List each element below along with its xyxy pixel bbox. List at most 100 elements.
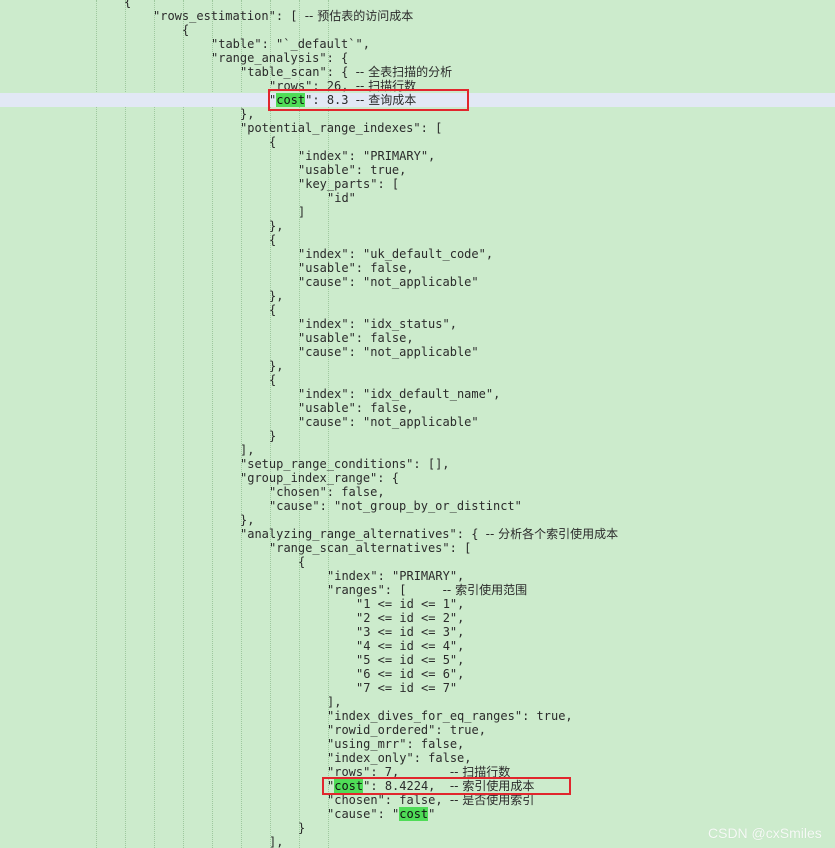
code-text: { xyxy=(269,303,277,317)
code-text: "cause": "cost" xyxy=(327,807,435,821)
code-line[interactable]: "index": "PRIMARY", xyxy=(0,569,835,583)
code-line[interactable]: { xyxy=(0,233,835,247)
code-text: "cause": "not_applicable" xyxy=(298,275,479,289)
code-text: "cause": "not_applicable" xyxy=(298,345,479,359)
code-line[interactable]: "table": "`_default`", xyxy=(0,37,835,51)
code-text: "usable": true, xyxy=(298,163,407,177)
code-line[interactable]: ], xyxy=(0,443,835,457)
code-line[interactable]: "chosen": false, xyxy=(0,485,835,499)
code-line[interactable]: "index": "idx_default_name", xyxy=(0,387,835,401)
code-text: }, xyxy=(240,107,255,121)
code-line[interactable]: "id" xyxy=(0,191,835,205)
code-comment: -- 全表扫描的分析 xyxy=(355,65,453,79)
code-editor[interactable]: { "rows_estimation": [ -- 预估表的访问成本 { "ta… xyxy=(0,0,835,848)
code-token: "chosen": false, xyxy=(327,793,450,807)
code-line[interactable]: }, xyxy=(0,219,835,233)
code-line[interactable]: }, xyxy=(0,359,835,373)
code-text: "setup_range_conditions": [], xyxy=(240,457,450,471)
code-line[interactable]: { xyxy=(0,135,835,149)
code-text: "index_only": false, xyxy=(327,751,472,765)
code-text: } xyxy=(298,821,306,835)
code-line[interactable]: }, xyxy=(0,513,835,527)
code-line[interactable]: "index": "uk_default_code", xyxy=(0,247,835,261)
code-line[interactable]: "index_dives_for_eq_ranges": true, xyxy=(0,709,835,723)
code-text: "table": "`_default`", xyxy=(211,37,370,51)
code-line[interactable]: "1 <= id <= 1", xyxy=(0,597,835,611)
search-highlight: cost xyxy=(399,807,429,821)
code-line[interactable]: "cause": "not_applicable" xyxy=(0,415,835,429)
code-line[interactable]: "7 <= id <= 7" xyxy=(0,681,835,695)
code-line[interactable]: "6 <= id <= 6", xyxy=(0,667,835,681)
code-line[interactable]: "cause": "not_applicable" xyxy=(0,275,835,289)
code-text: { xyxy=(298,555,306,569)
code-text: { xyxy=(269,233,277,247)
code-text: }, xyxy=(269,359,284,373)
code-line[interactable]: "potential_range_indexes": [ xyxy=(0,121,835,135)
code-text: ], xyxy=(240,443,255,457)
code-line[interactable]: "range_scan_alternatives": [ xyxy=(0,541,835,555)
code-line[interactable]: ] xyxy=(0,205,835,219)
code-line[interactable]: "rowid_ordered": true, xyxy=(0,723,835,737)
code-text: "rowid_ordered": true, xyxy=(327,723,486,737)
code-token: "table_scan": { xyxy=(240,65,356,79)
code-line[interactable]: { xyxy=(0,303,835,317)
code-line[interactable]: "key_parts": [ xyxy=(0,177,835,191)
code-line[interactable]: "3 <= id <= 3", xyxy=(0,625,835,639)
code-text: { xyxy=(124,0,132,9)
code-line[interactable]: { xyxy=(0,373,835,387)
code-text: }, xyxy=(269,289,284,303)
code-token: "cause": " xyxy=(327,807,400,821)
code-line[interactable]: "usable": true, xyxy=(0,163,835,177)
code-line[interactable]: { xyxy=(0,555,835,569)
code-line[interactable]: "chosen": false, -- 是否使用索引 xyxy=(0,793,835,807)
code-text: "index": "idx_status", xyxy=(298,317,457,331)
code-line[interactable]: "table_scan": { -- 全表扫描的分析 xyxy=(0,65,835,79)
annotation-box-table-scan-cost xyxy=(268,89,469,111)
code-text: "index": "PRIMARY", xyxy=(298,149,436,163)
code-text: "analyzing_range_alternatives": { -- 分析各… xyxy=(240,527,618,541)
code-text: "cause": "not_applicable" xyxy=(298,415,479,429)
code-comment: -- 索引使用范围 xyxy=(442,583,528,597)
code-line[interactable]: } xyxy=(0,429,835,443)
code-line[interactable]: }, xyxy=(0,289,835,303)
code-text: "ranges": [ -- 索引使用范围 xyxy=(327,583,527,597)
code-line[interactable]: "using_mrr": false, xyxy=(0,737,835,751)
code-line[interactable]: ], xyxy=(0,695,835,709)
code-line[interactable]: "range_analysis": { xyxy=(0,51,835,65)
code-line[interactable]: "4 <= id <= 4", xyxy=(0,639,835,653)
code-line[interactable]: "index": "idx_status", xyxy=(0,317,835,331)
code-text: "index_dives_for_eq_ranges": true, xyxy=(327,709,573,723)
code-text: "chosen": false, -- 是否使用索引 xyxy=(327,793,534,807)
code-line[interactable]: "usable": false, xyxy=(0,401,835,415)
code-line[interactable]: "cause": "cost" xyxy=(0,807,835,821)
code-text: "usable": false, xyxy=(298,261,414,275)
code-line[interactable]: "setup_range_conditions": [], xyxy=(0,457,835,471)
code-line[interactable]: "analyzing_range_alternatives": { -- 分析各… xyxy=(0,527,835,541)
code-line[interactable]: "rows_estimation": [ -- 预估表的访问成本 xyxy=(0,9,835,23)
code-text: }, xyxy=(269,219,284,233)
code-text: "chosen": false, xyxy=(269,485,385,499)
code-text: "6 <= id <= 6", xyxy=(356,667,465,681)
code-line[interactable]: "5 <= id <= 5", xyxy=(0,653,835,667)
code-text: "cause": "not_group_by_or_distinct" xyxy=(269,499,522,513)
code-line[interactable]: { xyxy=(0,0,835,9)
code-line[interactable]: "usable": false, xyxy=(0,261,835,275)
code-line[interactable]: { xyxy=(0,23,835,37)
code-line[interactable]: "usable": false, xyxy=(0,331,835,345)
code-text: }, xyxy=(240,513,255,527)
code-line[interactable]: "index_only": false, xyxy=(0,751,835,765)
code-line[interactable]: "group_index_range": { xyxy=(0,471,835,485)
code-line[interactable]: "ranges": [ -- 索引使用范围 xyxy=(0,583,835,597)
code-text: "table_scan": { -- 全表扫描的分析 xyxy=(240,65,452,79)
code-line[interactable]: "index": "PRIMARY", xyxy=(0,149,835,163)
code-line[interactable]: "cause": "not_applicable" xyxy=(0,345,835,359)
code-line[interactable]: "2 <= id <= 2", xyxy=(0,611,835,625)
code-text: "potential_range_indexes": [ xyxy=(240,121,443,135)
code-text: "usable": false, xyxy=(298,331,414,345)
code-text: } xyxy=(269,429,277,443)
code-text: "2 <= id <= 2", xyxy=(356,611,465,625)
code-text: { xyxy=(269,373,277,387)
code-line[interactable]: "cause": "not_group_by_or_distinct" xyxy=(0,499,835,513)
code-text: "usable": false, xyxy=(298,401,414,415)
code-comment: -- 分析各个索引使用成本 xyxy=(485,527,619,541)
